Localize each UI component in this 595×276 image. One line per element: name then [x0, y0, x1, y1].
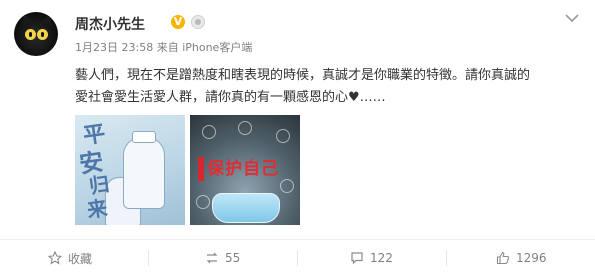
weibo-post-card: 周杰小先生 V 1月23日 23:58 来自 iPhone客户端 藝人們，現在不…	[0, 0, 595, 276]
poster-title: 保护自己	[207, 159, 279, 179]
thumb-up-icon	[496, 251, 510, 265]
comment-button[interactable]: 122	[350, 240, 393, 276]
post-image-1[interactable]: 平 安 归 来	[75, 115, 185, 225]
post-timestamp[interactable]: 1月23日 23:58	[75, 41, 153, 54]
divider	[446, 250, 447, 266]
cat-ear-right	[40, 12, 56, 26]
repost-button[interactable]: 55	[205, 240, 240, 276]
decor-dot	[196, 195, 210, 209]
post-text-line: 藝人們，現在不是蹭熱度和瞎表現的時候，真誠才是你職業的特徵。請你真誠的	[75, 68, 531, 83]
cat-eye-left	[25, 29, 36, 40]
post-meta: 1月23日 23:58 来自 iPhone客户端	[75, 39, 252, 55]
favorite-button[interactable]: 收藏	[48, 240, 92, 276]
avatar[interactable]	[14, 12, 58, 56]
like-count: 1296	[516, 251, 547, 265]
username[interactable]: 周杰小先生	[75, 14, 145, 34]
decor-dot	[202, 125, 216, 139]
post-text-line: 愛社會愛生活愛人群，請你真的有一顆感恩的心♥……	[75, 90, 386, 105]
cat-ear-left	[18, 12, 34, 26]
comment-icon	[351, 252, 363, 265]
decor-dot	[238, 121, 252, 135]
calligraphy-char: 来	[85, 195, 109, 223]
decor-dot	[280, 179, 294, 193]
poster-accent-bar	[198, 157, 204, 181]
post-image-2[interactable]: 保护自己	[190, 115, 300, 225]
medal-icon	[191, 15, 205, 29]
figure-shape	[123, 137, 165, 209]
like-button[interactable]: 1296	[496, 240, 547, 276]
comment-count: 122	[370, 251, 393, 265]
repost-count: 55	[225, 251, 241, 265]
face-mask-icon	[212, 193, 280, 223]
divider	[148, 250, 149, 266]
divider	[297, 250, 298, 266]
chevron-down-icon[interactable]	[564, 13, 580, 25]
decor-dot	[276, 129, 290, 143]
star-icon	[48, 251, 62, 265]
post-source: 来自 iPhone客户端	[156, 41, 253, 54]
repost-icon	[206, 252, 218, 264]
favorite-label: 收藏	[68, 251, 93, 266]
verified-badge-icon: V	[171, 15, 185, 29]
figure-shape	[132, 131, 156, 143]
post-text: 藝人們，現在不是蹭熱度和瞎表現的時候，真誠才是你職業的特徵。請你真誠的 愛社會愛…	[75, 65, 575, 109]
cat-eye-right	[37, 29, 48, 40]
